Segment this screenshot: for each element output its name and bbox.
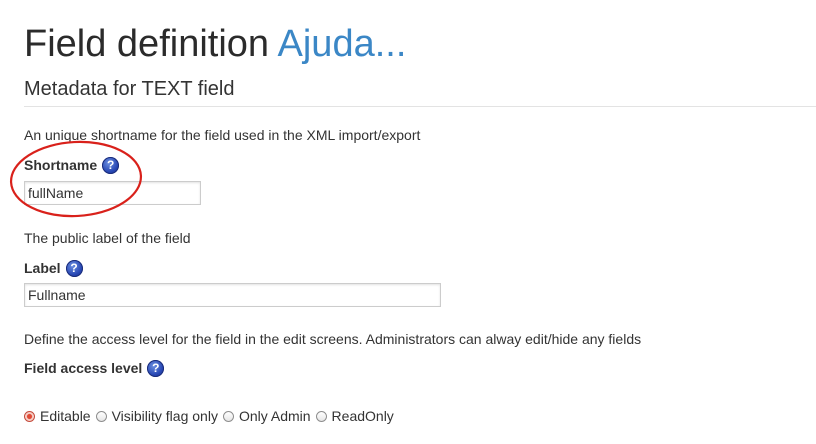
label-label: Label ? bbox=[24, 259, 83, 277]
access-label-text: Field access level bbox=[24, 360, 143, 376]
radio-label-readonly: ReadOnly bbox=[331, 408, 394, 424]
access-description: Define the access level for the field in… bbox=[24, 331, 642, 347]
radio-label-only-admin: Only Admin bbox=[238, 408, 311, 424]
label-input[interactable] bbox=[24, 283, 441, 307]
access-label: Field access level ? bbox=[24, 359, 165, 377]
shortname-description: An unique shortname for the field used i… bbox=[24, 127, 421, 143]
access-level-radio-group: Editable Visibility flag only Only Admin… bbox=[24, 408, 399, 424]
page-title: Field definition Ajuda... bbox=[24, 20, 406, 68]
access-help-icon[interactable]: ? bbox=[147, 359, 165, 377]
label-label-text: Label bbox=[24, 260, 61, 276]
section-heading: Metadata for TEXT field bbox=[24, 78, 816, 107]
radio-option-readonly[interactable]: ReadOnly bbox=[315, 408, 394, 424]
radio-label-editable: Editable bbox=[40, 408, 91, 424]
shortname-input[interactable] bbox=[24, 181, 201, 205]
shortname-label-text: Shortname bbox=[24, 157, 98, 173]
annotation-circle bbox=[9, 140, 143, 218]
help-link[interactable]: Ajuda... bbox=[278, 23, 407, 65]
radio-option-editable[interactable]: Editable bbox=[24, 408, 91, 424]
radio-button-visibility-flag-only[interactable] bbox=[95, 410, 107, 422]
radio-option-visibility-flag-only[interactable]: Visibility flag only bbox=[95, 408, 218, 424]
label-help-icon[interactable]: ? bbox=[65, 259, 83, 277]
shortname-help-icon[interactable]: ? bbox=[102, 156, 120, 174]
radio-button-only-admin[interactable] bbox=[222, 410, 234, 422]
radio-option-only-admin[interactable]: Only Admin bbox=[222, 408, 311, 424]
shortname-label: Shortname ? bbox=[24, 156, 120, 174]
radio-button-editable[interactable] bbox=[24, 410, 35, 422]
radio-label-visibility-flag-only: Visibility flag only bbox=[111, 408, 218, 424]
page-title-text: Field definition bbox=[24, 23, 270, 65]
radio-button-readonly[interactable] bbox=[315, 410, 327, 422]
page: Field definition Ajuda... Metadata for T… bbox=[0, 0, 816, 444]
label-description: The public label of the field bbox=[24, 230, 191, 246]
